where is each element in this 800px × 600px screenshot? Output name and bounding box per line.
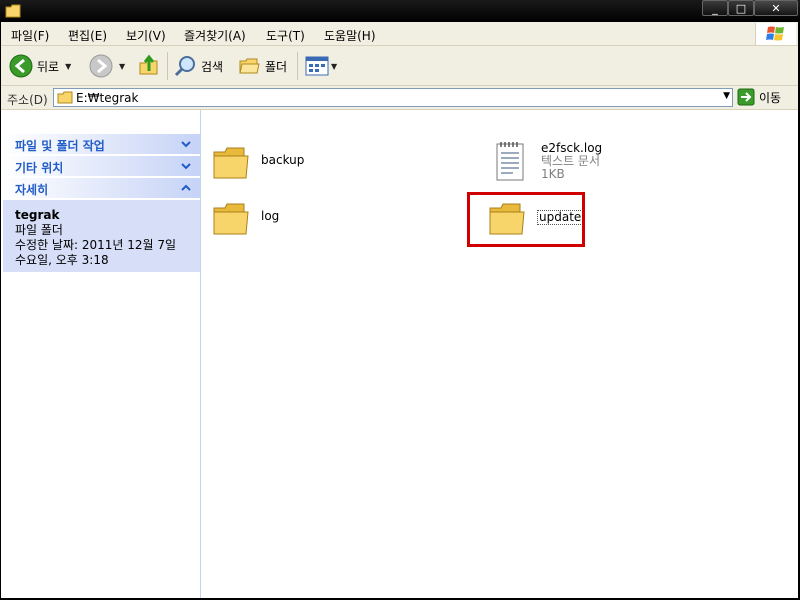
explorer-window: 파일(F) 편집(E) 보기(V) 즐겨찾기(A) 도구(T) 도움말(H) 뒤… [1,22,798,598]
file-item-backup[interactable]: backup [211,142,304,182]
pane-section-title: 자세히 [15,183,49,197]
details-name: tegrak [15,208,60,222]
back-dropdown-icon[interactable]: ▼ [65,62,71,71]
menu-help[interactable]: 도움말(H) [324,27,376,44]
details-type: 파일 폴더 [15,223,63,237]
close-button[interactable]: ✕ [754,0,798,16]
up-folder-button[interactable] [137,52,161,80]
address-dropdown-icon[interactable]: ▼ [723,91,730,101]
folders-label: 폴더 [265,59,288,74]
views-dropdown-icon[interactable]: ▼ [331,62,337,71]
go-label: 이동 [759,90,782,105]
pane-section-file-folder-tasks[interactable]: 파일 및 폴더 작업 [3,134,200,154]
address-value: E:₩tegrak [76,91,139,105]
file-name: log [261,209,280,223]
details-modified: 수정한 날짜: 2011년 12월 7일 [15,238,177,252]
details-modified-time: 수요일, 오후 3:18 [15,253,109,267]
file-item-e2fsck-log[interactable]: e2fsck.log 텍스트 문서 1KB [491,140,602,184]
go-arrow-icon [737,88,755,106]
menu-favorites[interactable]: 즐겨찾기(A) [184,27,246,44]
file-item-log[interactable]: log [211,198,279,238]
folders-icon [239,58,260,74]
pane-section-details[interactable]: 자세히 [3,178,200,198]
forward-arrow-icon [89,54,113,78]
highlight-annotation [467,192,585,247]
menu-edit[interactable]: 편집(E) [68,27,107,44]
maximize-button[interactable]: □ [728,0,754,16]
file-view: backup e2fsck.log 텍스트 문서 1KB log update [201,110,798,598]
search-label: 검색 [201,59,224,74]
folder-icon [5,4,21,18]
file-size: 1KB [541,167,565,181]
address-label: 주소(D) [7,93,48,107]
folders-button[interactable]: 폴더 [237,52,287,80]
chevron-down-icon[interactable] [180,160,192,172]
minimize-button[interactable]: _ [702,0,728,16]
folder-icon [213,203,249,235]
menu-file[interactable]: 파일(F) [11,27,49,44]
chevron-up-icon[interactable] [180,182,192,194]
pane-section-title: 파일 및 폴더 작업 [15,139,105,153]
address-input[interactable]: E:₩tegrak ▼ [53,88,733,107]
menu-view[interactable]: 보기(V) [126,27,166,44]
up-folder-icon [139,54,158,75]
views-icon [305,56,329,76]
address-bar: 주소(D) E:₩tegrak ▼ 이동 [1,86,798,110]
folder-icon [213,147,249,179]
search-icon [174,56,195,77]
forward-button[interactable]: ▼ [89,52,125,80]
forward-dropdown-icon[interactable]: ▼ [119,62,125,71]
back-label: 뒤로 [37,59,60,74]
text-document-icon [496,142,524,181]
title-bar[interactable]: _ □ ✕ [0,0,800,22]
search-button[interactable]: 검색 [173,52,223,80]
pane-section-other-places[interactable]: 기타 위치 [3,156,200,176]
views-button[interactable]: ▼ [305,52,337,80]
go-button[interactable]: 이동 [737,88,781,106]
menu-tools[interactable]: 도구(T) [266,27,305,44]
chevron-down-icon[interactable] [180,138,192,150]
task-pane: 파일 및 폴더 작업 기타 위치 자세히 tegrak 파일 폴더 수정한 날짜… [1,110,201,598]
pane-section-title: 기타 위치 [15,161,64,175]
menu-bar: 파일(F) 편집(E) 보기(V) 즐겨찾기(A) 도구(T) 도움말(H) [1,22,798,46]
folder-icon [57,91,73,104]
windows-logo-icon [755,23,796,45]
back-button[interactable]: 뒤로 ▼ [9,52,71,80]
back-arrow-icon [9,54,33,78]
file-name: backup [261,153,305,167]
toolbar: 뒤로 ▼ ▼ 검색 폴더 ▼ [1,46,798,86]
details-panel: tegrak 파일 폴더 수정한 날짜: 2011년 12월 7일 수요일, 오… [3,200,200,272]
